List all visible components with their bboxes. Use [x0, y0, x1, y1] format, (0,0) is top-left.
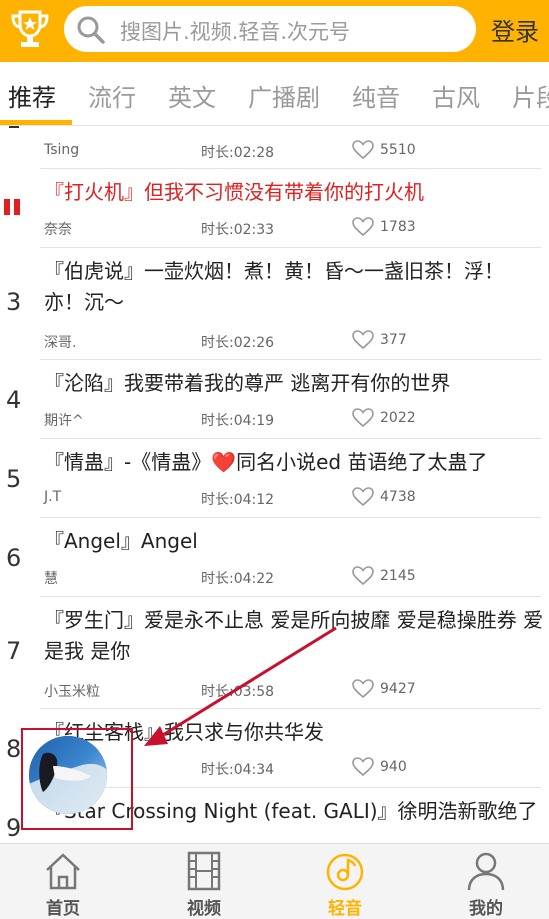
song-author: Tsing: [44, 142, 80, 158]
song-author: 深哥.: [44, 335, 77, 351]
nav-mine[interactable]: 我的: [441, 844, 531, 919]
list-item[interactable]: 『打火机』但我不习惯没有带着你的打火机 奈奈 时长:02:33 1783: [0, 169, 549, 247]
like-count: 2022: [380, 410, 416, 426]
song-title: 『沦陷』我要带着我的尊严 逃离开有你的世界: [44, 371, 451, 395]
nav-label: 轻音: [328, 899, 362, 919]
list-item[interactable]: 7 『罗生门』爱是永不止息 爱是所向披靡 爱是稳操胜券 爱是我 是你 小玉米粒 …: [0, 597, 549, 708]
song-author: 期许^: [44, 413, 84, 429]
list-item[interactable]: 5 『情蛊』-《情蛊》❤️同名小说ed 苗语绝了太蛊了 J.T 时长:04:12…: [0, 439, 549, 517]
search-input[interactable]: 搜图片.视频.轻音.次元号: [64, 6, 476, 52]
nav-label: 我的: [469, 899, 503, 919]
rank-number: 1: [6, 126, 21, 134]
user-icon: [467, 852, 505, 891]
tab-ancient-style[interactable]: 古风: [432, 78, 480, 113]
search-icon: [77, 16, 105, 44]
active-tab-indicator: [0, 120, 72, 125]
login-button[interactable]: 登录: [491, 12, 539, 47]
tab-popular[interactable]: 流行: [88, 78, 136, 113]
song-duration: 时长:04:12: [201, 492, 275, 508]
like-count: 2145: [380, 568, 416, 584]
pause-icon[interactable]: [4, 199, 22, 215]
song-author: J.T: [44, 489, 62, 505]
nav-home[interactable]: 首页: [18, 844, 108, 919]
music-disc-icon: [326, 853, 364, 891]
song-author: 奈奈: [44, 222, 72, 238]
song-duration: 时长:02:33: [201, 222, 275, 238]
song-author: 小玉米粒: [44, 684, 100, 700]
annotation-box: [21, 728, 133, 830]
heart-icon[interactable]: [352, 566, 374, 586]
nav-label: 首页: [46, 899, 80, 919]
rank-number: 6: [6, 544, 22, 572]
heart-icon[interactable]: [352, 140, 374, 160]
song-title: 『打火机』但我不习惯没有带着你的打火机: [44, 180, 424, 204]
list-item[interactable]: 3 『伯虎说』一壶炊烟！煮！黄！昏～一盏旧茶！浮！亦！沉～ 深哥. 时长:02:…: [0, 248, 549, 359]
song-title: 『罗生门』爱是永不止息 爱是所向披靡 爱是稳操胜券 爱是我 是你: [44, 608, 544, 663]
song-duration: 时长:04:34: [201, 762, 275, 778]
category-tabs: 推荐 流行 英文 广播剧 纯音 古风 片段: [0, 62, 549, 126]
nav-light-music[interactable]: 轻音: [300, 844, 390, 919]
film-icon: [187, 851, 221, 891]
heart-icon[interactable]: [352, 757, 374, 777]
song-duration: 时长:04:22: [201, 571, 275, 587]
home-icon: [46, 853, 80, 890]
nav-label: 视频: [187, 899, 221, 919]
song-title: 『情蛊』-《情蛊》❤️同名小说ed 苗语绝了太蛊了: [44, 450, 488, 474]
rank-number: 8: [6, 735, 22, 763]
tab-radio-drama[interactable]: 广播剧: [248, 78, 320, 113]
tab-english[interactable]: 英文: [168, 78, 216, 113]
tab-clips[interactable]: 片段: [512, 78, 549, 113]
song-title: 『Angel』Angel: [44, 529, 198, 553]
like-count: 4738: [380, 489, 416, 505]
rank-number: 4: [6, 386, 22, 414]
list-item[interactable]: 6 『Angel』Angel 慧 时长:04:22 2145: [0, 518, 549, 596]
like-count: 9427: [380, 681, 416, 697]
song-meta: 慧 时长:04:22 2145: [44, 566, 544, 590]
song-meta: 小玉米粒 时长:03:58 9427: [44, 679, 544, 703]
nav-video[interactable]: 视频: [159, 844, 249, 919]
album-art-image: [29, 736, 107, 814]
song-duration: 时长:02:28: [201, 145, 275, 161]
song-meta: 期许^ 时长:04:19 2022: [44, 408, 544, 432]
floating-player-disc[interactable]: [29, 736, 107, 814]
list-item[interactable]: 1 Tsing 时长:02:28 5510: [0, 126, 549, 172]
like-count: 940: [380, 759, 407, 775]
rank-number: 9: [6, 814, 22, 842]
tab-pure-music[interactable]: 纯音: [352, 78, 400, 113]
heart-icon[interactable]: [352, 408, 374, 428]
like-count: 377: [380, 332, 407, 348]
tab-recommend[interactable]: 推荐: [8, 78, 56, 113]
song-duration: 时长:02:26: [201, 335, 275, 351]
song-duration: 时长:04:19: [201, 413, 275, 429]
heart-icon[interactable]: [352, 487, 374, 507]
heart-icon[interactable]: [352, 217, 374, 237]
heart-icon[interactable]: [352, 330, 374, 350]
list-item[interactable]: 4 『沦陷』我要带着我的尊严 逃离开有你的世界 期许^ 时长:04:19 202…: [0, 360, 549, 438]
rank-number: 5: [6, 465, 22, 493]
top-bar: 搜图片.视频.轻音.次元号 登录: [0, 0, 549, 62]
like-count: 5510: [380, 142, 416, 158]
song-meta: J.T 时长:04:12 4738: [44, 487, 544, 511]
rank-number: 7: [6, 637, 22, 665]
trophy-icon[interactable]: [10, 8, 50, 52]
heart-icon[interactable]: [352, 679, 374, 699]
song-meta: 奈奈 时长:02:33 1783: [44, 217, 544, 241]
song-author: 慧: [44, 571, 58, 587]
song-meta: 深哥. 时长:02:26 377: [44, 330, 544, 354]
song-meta: Tsing 时长:02:28 5510: [44, 140, 544, 164]
bottom-nav: 首页 视频 轻音 我的: [0, 843, 549, 919]
like-count: 1783: [380, 219, 416, 235]
search-placeholder: 搜图片.视频.轻音.次元号: [120, 20, 351, 44]
rank-number: 3: [6, 288, 22, 316]
song-duration: 时长:03:58: [201, 684, 275, 700]
song-title: 『伯虎说』一壶炊烟！煮！黄！昏～一盏旧茶！浮！亦！沉～: [44, 259, 504, 314]
